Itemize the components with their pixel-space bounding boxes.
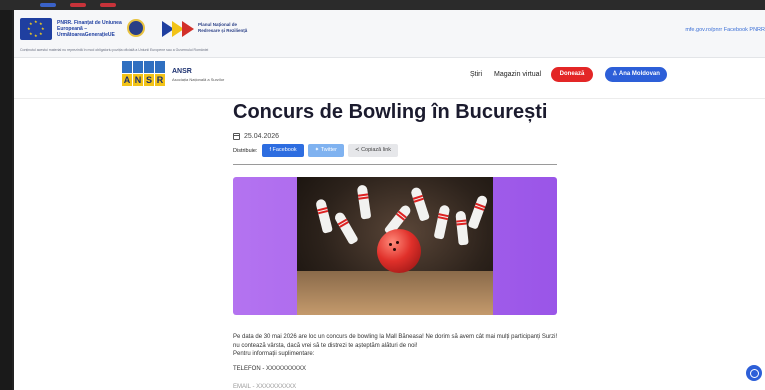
- bowling-ball: [377, 229, 421, 273]
- ansr-logo[interactable]: A N S R: [122, 61, 166, 87]
- logo-block: [144, 61, 154, 73]
- tab-indicator: [40, 3, 56, 7]
- logo-letter: R: [155, 74, 165, 86]
- tab-indicator: [70, 3, 86, 7]
- user-account-button[interactable]: ♙ Ana Moldovan: [605, 67, 667, 82]
- logo-block: [155, 61, 165, 73]
- bowling-pin: [433, 204, 451, 240]
- government-emblem-icon: [127, 19, 145, 37]
- share-facebook-button[interactable]: f Facebook: [262, 144, 304, 157]
- share-facebook-label: Facebook: [272, 147, 297, 153]
- eu-flag-icon: ★ ★ ★ ★ ★ ★ ★ ★: [20, 18, 52, 40]
- calendar-icon: [233, 133, 240, 140]
- logo-letter: S: [144, 74, 154, 86]
- copy-link-button[interactable]: ≺ Copiază link: [347, 144, 399, 157]
- nav-virtual-shop[interactable]: Magazin virtual: [494, 71, 541, 78]
- logo-name: ANSR: [172, 68, 192, 75]
- web-page: ★ ★ ★ ★ ★ ★ ★ ★ PNRR. Finanțat de Uniune…: [12, 10, 765, 390]
- contact-phone: TELEFON - XXXXXXXXXX: [233, 366, 307, 372]
- bowling-pin: [315, 198, 333, 234]
- bowling-pin: [409, 186, 431, 222]
- funding-banner: ★ ★ ★ ★ ★ ★ ★ ★ PNRR. Finanțat de Uniune…: [14, 10, 765, 58]
- logo-letter: N: [133, 74, 143, 86]
- top-links[interactable]: mfe.gov.ro/pnrr Facebook PNRR: [685, 27, 765, 33]
- bowling-pin: [455, 210, 469, 246]
- share-bar: Distribuie: f Facebook ✦ Twitter ≺ Copia…: [233, 144, 399, 157]
- logo-subtitle: Asociația Națională a Surzilor: [172, 77, 225, 82]
- logo-letter: A: [122, 74, 132, 86]
- funding-disclaimer: Conținutul acestui material nu reprezint…: [20, 48, 209, 52]
- bowling-pin: [333, 210, 359, 246]
- share-twitter-button[interactable]: ✦ Twitter: [307, 144, 344, 157]
- article-date: 25.04.2026: [233, 133, 279, 140]
- chat-icon[interactable]: [746, 365, 762, 381]
- bowling-photo: [297, 177, 493, 315]
- tab-indicator: [100, 3, 116, 7]
- article-title: Concurs de Bowling în București: [233, 101, 548, 123]
- article-body: Pe data de 30 mai 2026 are loc un concur…: [233, 334, 558, 349]
- share-label: Distribuie:: [233, 147, 258, 154]
- site-header: A N S R ANSR Asociația Națională a Surzi…: [14, 59, 765, 99]
- bowling-lane: [297, 271, 493, 315]
- divider: [233, 164, 557, 165]
- bowling-pin: [467, 194, 489, 230]
- browser-top-strip: [0, 0, 765, 10]
- pnrr-logo-icon: [162, 21, 194, 37]
- user-icon: ♙: [612, 71, 619, 77]
- contact-email: EMAIL - XXXXXXXXXX: [233, 384, 297, 390]
- funding-program-text: PNRR. Finanțat de Uniunea Europeană – Ur…: [57, 20, 122, 38]
- article-hero-image: [233, 177, 557, 315]
- user-name: Ana Moldovan: [618, 71, 660, 77]
- logo-block: [133, 61, 143, 73]
- info-label: Pentru informații suplimentare:: [233, 351, 315, 357]
- date-text: 25.04.2026: [244, 133, 280, 140]
- logo-block: [122, 61, 132, 73]
- copy-link-label: Copiază link: [361, 147, 392, 153]
- pnrr-text: Planul Național de Redresare și Rezilien…: [198, 22, 248, 33]
- share-twitter-label: Twitter: [320, 147, 337, 153]
- bowling-pin: [356, 184, 372, 220]
- nav-news[interactable]: Știri: [470, 71, 482, 78]
- donate-button[interactable]: Donează: [551, 67, 593, 82]
